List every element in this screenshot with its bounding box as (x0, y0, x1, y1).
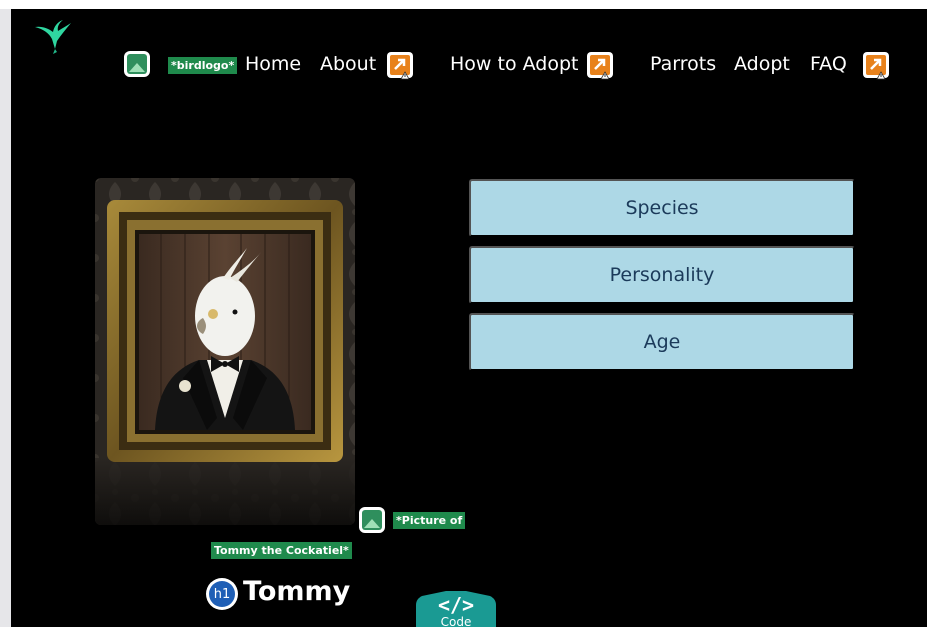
external-link-warning-icon[interactable] (583, 48, 617, 82)
external-link-warning-icon[interactable] (383, 48, 417, 82)
code-icon: </> (437, 593, 475, 617)
nav-link-how-to-adopt[interactable]: How to Adopt (450, 52, 578, 76)
image-placeholder-icon (124, 51, 150, 77)
portrait-alt-text-line2: Tommy the Cockatiel* (211, 542, 352, 559)
external-link-warning-icon[interactable] (859, 48, 893, 82)
nav-link-adopt[interactable]: Adopt (734, 52, 790, 76)
code-tab-label: Code (440, 615, 472, 627)
page-title: Tommy (243, 576, 351, 607)
nav-link-faq[interactable]: FAQ (810, 52, 847, 76)
browser-top-strip (0, 0, 927, 9)
nav-link-about[interactable]: About (320, 52, 376, 76)
tommy-portrait-image (95, 178, 355, 525)
main-navigation: *birdlogo* Home About How to Adopt Parro… (11, 9, 927, 119)
image-placeholder-icon (359, 507, 385, 533)
page-canvas: *birdlogo* Home About How to Adopt Parro… (11, 9, 927, 627)
nav-link-home[interactable]: Home (245, 52, 301, 76)
heading-level-badge: h1 (206, 578, 238, 610)
accordion-personality-button[interactable]: Personality (469, 246, 855, 304)
logo-alt-text-badge: *birdlogo* (168, 57, 238, 74)
code-tab-button[interactable]: </> Code (416, 591, 496, 627)
accordion-species-button[interactable]: Species (469, 179, 855, 237)
editor-left-gutter (0, 9, 11, 627)
portrait-alt-text-line1: *Picture of (393, 512, 466, 529)
nav-link-parrots[interactable]: Parrots (650, 52, 716, 76)
accordion-age-button[interactable]: Age (469, 313, 855, 371)
